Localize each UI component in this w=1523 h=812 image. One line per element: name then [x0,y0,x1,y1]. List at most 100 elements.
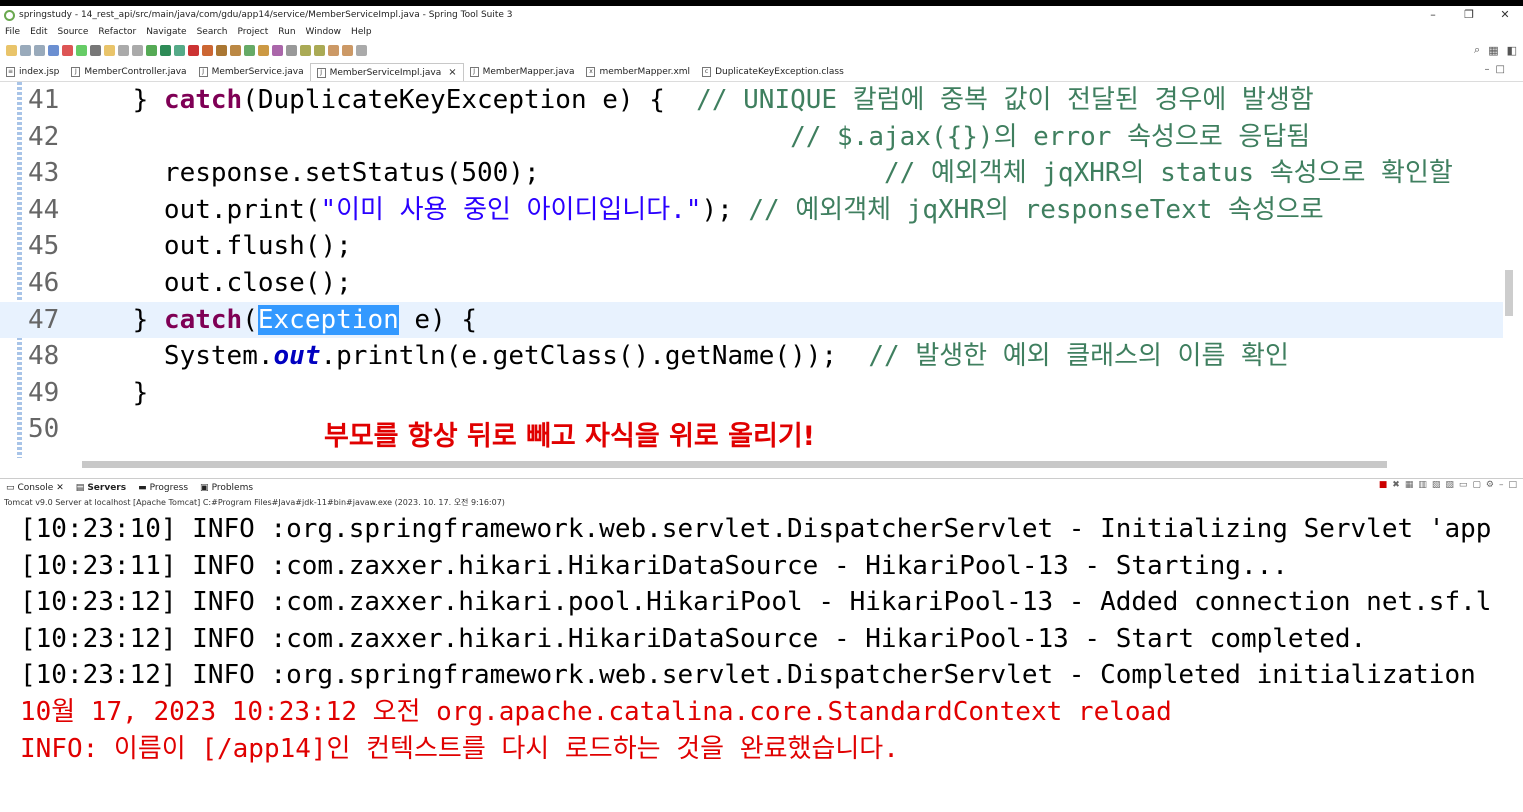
code-line[interactable]: 45 out.flush(); [0,228,1503,264]
tab-member-service[interactable]: J MemberService.java [193,63,310,81]
tab-duplicate-key-exception[interactable]: c DuplicateKeyException.class [696,63,850,81]
new-console-icon[interactable]: ▢ [1472,480,1481,494]
show-whitespace-icon[interactable] [132,44,143,56]
tab-index-jsp[interactable]: ≡ index.jsp [0,63,65,81]
settings-icon[interactable]: ⚙ [1486,480,1494,494]
terminate-icon[interactable]: ■ [1379,480,1388,494]
line-source: System.out.println(e.getClass().getName(… [70,338,1289,374]
forward-icon[interactable] [342,44,353,56]
console-tab-bar: ▭ Console ✕ ▤ Servers ▬ Progress ▣ Probl… [0,478,1523,496]
new-package-icon[interactable] [230,44,241,56]
tab-progress[interactable]: ▬ Progress [132,483,194,493]
editor-minimize-maximize[interactable]: –□ [1485,64,1511,75]
next-annotation-icon[interactable] [300,44,311,56]
new-class-icon[interactable] [216,44,227,56]
spring-boot-icon[interactable] [76,44,87,56]
menu-file[interactable]: File [0,27,25,37]
line-number: 44 [28,194,60,225]
tab-console[interactable]: ▭ Console ✕ [0,483,70,493]
menu-navigate[interactable]: Navigate [141,27,191,37]
close-icon[interactable]: × [448,67,456,78]
deploy-icon[interactable] [202,44,213,56]
back-icon[interactable] [328,44,339,56]
code-line[interactable]: 49 } [0,375,1503,411]
code-editor[interactable]: 41 } catch(DuplicateKeyException e) { //… [0,82,1523,458]
open-perspective-icon[interactable]: ▦ [1488,44,1498,57]
save-all-icon[interactable] [34,44,45,56]
code-token: ); [701,194,749,225]
terminal-icon[interactable] [48,44,59,56]
maximize-button[interactable]: ❐ [1451,6,1487,24]
search-tool-icon[interactable] [286,44,297,56]
code-token: out [273,341,321,372]
code-line[interactable]: 46 out.close(); [0,265,1503,301]
code-line[interactable]: 41 } catch(DuplicateKeyException e) { //… [0,82,1503,118]
tab-member-mapper[interactable]: J MemberMapper.java [464,63,581,81]
tab-servers[interactable]: ▤ Servers [70,483,132,493]
close-button[interactable]: ✕ [1487,6,1523,24]
tab-member-service-impl[interactable]: J MemberServiceImpl.java × [309,63,464,81]
console-line: INFO: 이름이 [/app14]인 컨텍스트를 다시 로드하는 것을 완료했… [20,733,899,764]
format-icon[interactable] [118,44,129,56]
minimize-button[interactable]: – [1415,6,1451,24]
debug-icon[interactable] [146,44,157,56]
toggle-breakpoint-icon[interactable] [90,44,101,56]
line-source: } catch(DuplicateKeyException e) { // UN… [70,82,1314,118]
menu-source[interactable]: Source [53,27,94,37]
line-source: response.setStatus(500); // 예외객체 jqXHR의 … [70,155,1453,191]
menu-search[interactable]: Search [192,27,233,37]
external-tools-icon[interactable] [188,44,199,56]
tab-label: MemberMapper.java [482,67,575,77]
console-process-description: Tomcat v9.0 Server at localhost [Apache … [4,498,505,507]
code-token: } [132,304,164,335]
close-icon[interactable]: ✕ [56,483,64,493]
code-line[interactable]: 44 out.print("이미 사용 중인 아이디입니다."); // 예외객… [0,192,1503,228]
remove-launch-icon[interactable]: ✖ [1392,480,1400,494]
mark-occurrences-icon[interactable] [104,44,115,56]
tab-problems[interactable]: ▣ Problems [194,483,259,493]
scroll-thumb[interactable] [1505,270,1513,316]
prev-annotation-icon[interactable] [314,44,325,56]
scroll-lock-icon[interactable]: ▥ [1418,480,1427,494]
edit-icon[interactable] [272,44,283,56]
code-token: catch [163,304,243,335]
menu-run[interactable]: Run [273,27,300,37]
menu-help[interactable]: Help [346,27,377,37]
menu-project[interactable]: Project [232,27,273,37]
code-line[interactable]: 42 // $.ajax({})의 error 속성으로 응답됨 [0,119,1503,155]
minimize-view-icon[interactable]: – [1499,480,1504,494]
display-console-icon[interactable]: ▭ [1459,480,1468,494]
tab-label: memberMapper.xml [599,67,691,77]
menu-window[interactable]: Window [301,27,347,37]
save-icon[interactable] [20,44,31,56]
new-icon[interactable] [6,44,17,56]
run-icon[interactable] [160,44,171,56]
editor-horizontal-scrollbar[interactable] [68,458,1508,470]
java-perspective-icon[interactable]: ◧ [1507,44,1517,57]
pin-editor-icon[interactable] [356,44,367,56]
console-output[interactable]: [10:23:10] INFO :org.springframework.web… [0,511,1523,812]
code-token: } [132,85,164,115]
pin-console-icon[interactable]: ▨ [1445,480,1454,494]
maximize-view-icon[interactable]: □ [1508,480,1517,494]
code-token: out.close(); [132,268,352,298]
code-line[interactable]: 43 response.setStatus(500); // 예외객체 jqXH… [0,155,1503,191]
menu-refactor[interactable]: Refactor [93,27,141,37]
coverage-icon[interactable] [174,44,185,56]
menu-edit[interactable]: Edit [25,27,52,37]
tab-member-mapper-xml[interactable]: x memberMapper.xml [580,63,696,81]
problems-icon: ▣ [200,482,209,493]
search-icon[interactable]: ⌕ [1474,43,1480,57]
clear-console-icon[interactable]: ▦ [1405,480,1414,494]
code-line[interactable]: 48 System.out.println(e.getClass().getNa… [0,338,1503,374]
code-line[interactable]: 47 } catch(Exception e) { [0,301,1503,338]
stop-icon[interactable] [62,44,73,56]
scroll-thumb[interactable] [82,461,1387,468]
open-folder-icon[interactable] [258,44,269,56]
tab-member-controller[interactable]: J MemberController.java [65,63,192,81]
open-type-icon[interactable] [244,44,255,56]
word-wrap-icon[interactable]: ▧ [1432,480,1441,494]
editor-vertical-scrollbar[interactable] [1503,82,1515,458]
tab-label: Console [17,482,54,493]
line-source: out.flush(); [70,228,352,264]
